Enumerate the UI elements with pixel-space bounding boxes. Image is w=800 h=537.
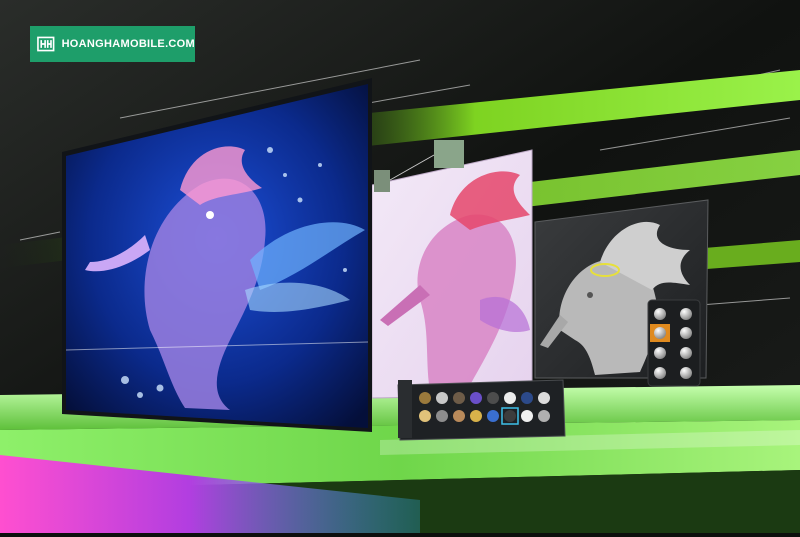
scene-illustration — [0, 0, 800, 533]
scene — [0, 0, 800, 533]
node-palette — [647, 299, 701, 387]
brand-name: HOANGHAMOBILE.COM — [61, 38, 195, 50]
brand-logo-badge[interactable]: HOANGHAMOBILE.COM — [30, 26, 195, 62]
material-palette — [397, 379, 566, 441]
hh-logo-icon — [37, 36, 55, 52]
